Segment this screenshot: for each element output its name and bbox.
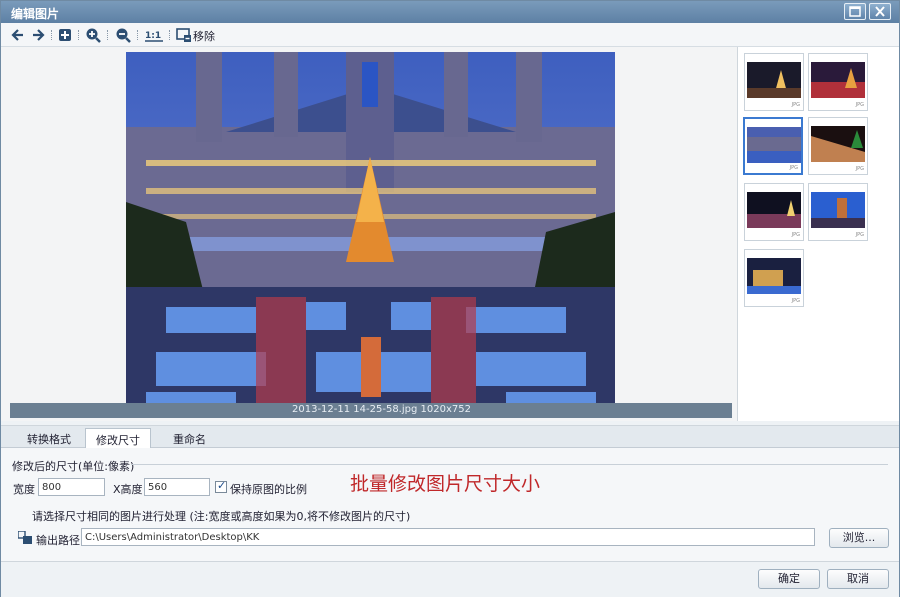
output-path-input[interactable] [81, 528, 815, 546]
remove-label[interactable]: 移除 [193, 28, 215, 44]
image-caption: 2013-12-11 14-25-58.jpg 1020x752 [292, 404, 471, 415]
thumbnail-image [747, 62, 801, 98]
image-caption-bar: 2013-12-11 14-25-58.jpg 1020x752 [10, 403, 732, 418]
close-icon [875, 6, 885, 17]
output-folder-icon [18, 531, 32, 544]
ok-button[interactable]: 确定 [758, 569, 820, 589]
tab-rename[interactable]: 重命名 [163, 428, 216, 448]
svg-text:1:1: 1:1 [145, 31, 161, 41]
toolbar-separator [107, 30, 108, 40]
maximize-icon [849, 6, 861, 17]
toolbar-separator [51, 30, 52, 40]
tab-bar: 转换格式 修改尺寸 重命名 [1, 425, 899, 448]
thumbnail-item[interactable]: JPG [808, 117, 868, 175]
overlay-caption: 批量修改图片尺寸大小 [350, 473, 541, 495]
back-arrow-icon[interactable] [10, 27, 26, 43]
thumbnail-ext: JPG [789, 165, 798, 171]
thumbnail-ext: JPG [855, 166, 864, 172]
toolbar: 1:1 移除 [1, 23, 899, 47]
thumbnail-item[interactable]: JPG [808, 53, 868, 111]
edit-image-window: 编辑图片 1:1 移除 2013-12-11 14-25-58.jpg 1020… [0, 0, 900, 597]
toolbar-separator [137, 30, 138, 40]
window-title: 编辑图片 [11, 7, 60, 21]
tab-convert-format[interactable]: 转换格式 [17, 428, 81, 448]
output-path-label: 输出路径 [36, 534, 80, 547]
thumbnail-image [811, 192, 865, 228]
zoom-in-icon[interactable] [85, 27, 101, 43]
thumbnail-ext: JPG [855, 102, 864, 108]
title-bar: 编辑图片 [1, 1, 899, 23]
width-input[interactable] [38, 478, 105, 496]
tab-resize[interactable]: 修改尺寸 [85, 428, 151, 448]
keep-ratio-checkbox[interactable]: ✓ [215, 479, 227, 493]
thumbnail-image [747, 192, 801, 228]
thumbnail-item[interactable]: JPG [744, 249, 804, 307]
thumbnail-item[interactable]: JPG [744, 183, 804, 241]
thumbnail-image [747, 258, 801, 294]
thumbnail-ext: JPG [791, 102, 800, 108]
thumbnail-image [811, 62, 865, 98]
section-title: 修改后的尺寸(单位:像素) [12, 460, 135, 473]
cancel-button[interactable]: 取消 [827, 569, 889, 589]
checkmark-icon: ✓ [217, 479, 227, 492]
width-label: 宽度 [13, 483, 35, 496]
height-input[interactable] [144, 478, 210, 496]
dialog-footer: 确定 取消 [1, 561, 899, 597]
thumbnail-panel: JPG JPG JPG JPG JPG JPG JPG [738, 47, 899, 421]
thumbnail-item[interactable]: JPG [744, 53, 804, 111]
thumbnail-item[interactable]: JPG [808, 183, 868, 241]
image-preview-area: 2013-12-11 14-25-58.jpg 1020x752 [1, 47, 738, 421]
thumbnail-ext: JPG [855, 232, 864, 238]
browse-button[interactable]: 浏览... [829, 528, 889, 548]
keep-ratio-label: 保持原图的比例 [230, 483, 307, 496]
fit-window-icon[interactable] [57, 27, 73, 43]
zoom-out-icon[interactable] [115, 27, 131, 43]
remove-image-icon[interactable] [176, 27, 192, 43]
thumbnail-ext: JPG [791, 232, 800, 238]
forward-arrow-icon[interactable] [30, 27, 46, 43]
resize-panel: 修改后的尺寸(单位:像素) 宽度 X高度 ✓ 保持原图的比例 批量修改图片尺寸大… [1, 448, 899, 561]
toolbar-separator [169, 30, 170, 40]
preview-photo [126, 52, 615, 417]
thumbnail-image [747, 127, 801, 163]
thumbnail-item-selected[interactable]: JPG [743, 117, 803, 175]
toolbar-separator [78, 30, 79, 40]
height-label: X高度 [113, 483, 143, 496]
resize-hint: 请选择尺寸相同的图片进行处理 (注:宽度或高度如果为0,将不修改图片的尺寸) [32, 510, 411, 523]
section-divider [131, 464, 888, 465]
thumbnail-ext: JPG [791, 298, 800, 304]
thumbnail-image [811, 126, 865, 162]
maximize-button[interactable] [844, 3, 866, 20]
close-button[interactable] [869, 3, 891, 20]
actual-size-icon[interactable]: 1:1 [145, 27, 163, 43]
